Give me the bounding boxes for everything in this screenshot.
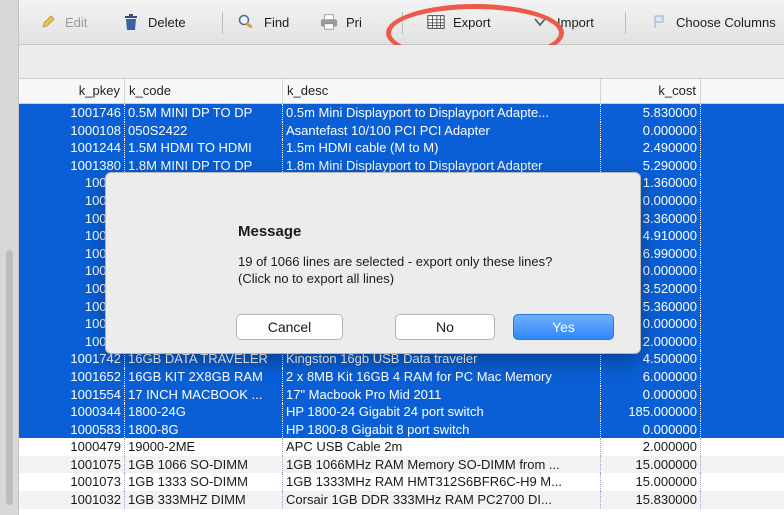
cell-desc: APC USB Cable 2m bbox=[283, 438, 601, 456]
delete-label: Delete bbox=[148, 14, 186, 30]
cell-desc: 1.5m HDMI cable (M to M) bbox=[283, 139, 601, 157]
cell-cost: 0.000000 bbox=[601, 420, 701, 439]
cell-desc: 0.5m Mini Displayport to Displayport Ada… bbox=[283, 104, 601, 122]
cell-cost: 0.000000 bbox=[601, 121, 701, 140]
cell-code: 0.5M MINI DP TO DP bbox=[125, 104, 283, 122]
choose-columns-button[interactable]: Choose Columns bbox=[650, 0, 776, 44]
edit-button[interactable]: Edit bbox=[39, 0, 87, 44]
dialog-message-line: 19 of 1066 lines are selected - export o… bbox=[238, 254, 553, 269]
table-row[interactable]: 1000583 1800-8G HP 1800-8 Gigabit 8 port s… bbox=[19, 420, 784, 439]
delete-button[interactable]: Delete bbox=[122, 0, 186, 44]
table-row[interactable]: 1001073 1GB 1333 SO-DIMM 1GB 1333MHz RAM H… bbox=[19, 473, 784, 492]
column-header-cost[interactable]: k_cost bbox=[601, 79, 701, 103]
cell-cost: 15.830000 bbox=[601, 491, 701, 509]
find-button[interactable]: Find bbox=[238, 0, 289, 44]
print-label: Pri bbox=[346, 14, 362, 30]
column-header-pkey[interactable]: k_pkey bbox=[19, 79, 125, 103]
export-icon bbox=[427, 13, 445, 31]
cell-code: 1GB 1066 SO-DIMM bbox=[125, 455, 283, 474]
cell-pkey: 1001554 bbox=[19, 385, 125, 404]
toolbar-divider bbox=[625, 12, 626, 34]
filter-bar bbox=[19, 45, 784, 79]
cell-desc: HP 1800-24 Gigabit 24 port switch bbox=[283, 403, 601, 421]
columns-icon bbox=[650, 13, 668, 31]
cell-desc: 2 x 8MB Kit 16GB 4 RAM for PC Mac Memory bbox=[283, 367, 601, 386]
cell-pkey: 1000583 bbox=[19, 420, 125, 439]
cell-cost: 2.000000 bbox=[601, 438, 701, 456]
cell-cost: 0.000000 bbox=[601, 385, 701, 404]
table-row[interactable]: 1001032 1GB 333MHZ DIMM Corsair 1GB DDR 33… bbox=[19, 491, 784, 509]
cell-cost: 5.830000 bbox=[601, 104, 701, 122]
edit-label: Edit bbox=[65, 14, 88, 30]
dialog-title: Message bbox=[238, 223, 302, 240]
import-icon bbox=[531, 13, 549, 31]
table-row[interactable]: 1001244 1.5M HDMI TO HDMI 1.5m HDMI cable … bbox=[19, 139, 784, 157]
cell-desc: 1GB 1066MHz RAM Memory SO-DIMM from ... bbox=[283, 455, 601, 474]
app-window: Edit Delete Find Pri Export Import Choos… bbox=[0, 0, 784, 515]
cell-cost: 2.490000 bbox=[601, 139, 701, 157]
find-icon bbox=[238, 13, 256, 31]
left-scrollbar[interactable] bbox=[6, 250, 13, 505]
cell-pkey: 1001244 bbox=[19, 139, 125, 157]
dialog-overlay: Message 19 of 1066 lines are selected - … bbox=[105, 172, 641, 354]
cell-code: 1800-8G bbox=[125, 420, 283, 439]
choose-columns-label: Choose Columns bbox=[676, 14, 776, 30]
cell-code: 1.5M HDMI TO HDMI bbox=[125, 139, 283, 157]
export-label: Export bbox=[453, 14, 491, 30]
export-button[interactable]: Export bbox=[427, 0, 491, 44]
yes-button[interactable]: Yes bbox=[513, 314, 614, 340]
cell-pkey: 1000108 bbox=[19, 121, 125, 140]
cell-desc: Corsair 1GB DDR 333MHz RAM PC2700 DI... bbox=[283, 491, 601, 509]
cell-pkey: 1001075 bbox=[19, 455, 125, 474]
table-row[interactable]: 1000108 050S2422 Asantefast 10/100 PCI PCI… bbox=[19, 121, 784, 140]
cell-pkey: 1001073 bbox=[19, 473, 125, 492]
toolbar-divider bbox=[402, 12, 403, 34]
cell-cost: 185.000000 bbox=[601, 403, 701, 421]
cell-pkey: 1000479 bbox=[19, 438, 125, 456]
cell-cost: 6.000000 bbox=[601, 367, 701, 386]
table-header: k_pkey k_code k_desc k_cost bbox=[19, 79, 784, 104]
table-row[interactable]: 1000344 1800-24G HP 1800-24 Gigabit 24 por… bbox=[19, 403, 784, 421]
import-label: Import bbox=[557, 14, 594, 30]
table-row[interactable]: 1001746 0.5M MINI DP TO DP 0.5m Mini Displ… bbox=[19, 104, 784, 122]
toolbar-divider bbox=[222, 12, 223, 34]
cell-code: 050S2422 bbox=[125, 121, 283, 140]
cell-pkey: 1001746 bbox=[19, 104, 125, 122]
cell-desc: Asantefast 10/100 PCI PCI Adapter bbox=[283, 121, 601, 140]
left-panel-edge bbox=[0, 0, 19, 515]
cell-pkey: 1001032 bbox=[19, 491, 125, 509]
cancel-button[interactable]: Cancel bbox=[236, 314, 343, 340]
cell-code: 1GB 333MHZ DIMM bbox=[125, 491, 283, 509]
column-header-code[interactable]: k_code bbox=[125, 79, 283, 103]
cell-pkey: 1000344 bbox=[19, 403, 125, 421]
cell-desc: HP 1800-8 Gigabit 8 port switch bbox=[283, 420, 601, 439]
message-dialog: Message 19 of 1066 lines are selected - … bbox=[105, 172, 641, 354]
no-button[interactable]: No bbox=[395, 314, 495, 340]
cell-code: 17 INCH MACBOOK ... bbox=[125, 385, 283, 404]
toolbar: Edit Delete Find Pri Export Import Choos… bbox=[19, 0, 784, 62]
cell-pkey: 1001652 bbox=[19, 367, 125, 386]
dialog-message-line: (Click no to export all lines) bbox=[238, 271, 395, 286]
cell-code: 1GB 1333 SO-DIMM bbox=[125, 473, 283, 492]
cell-cost: 15.000000 bbox=[601, 473, 701, 492]
import-button[interactable]: Import bbox=[531, 0, 594, 44]
print-button[interactable]: Pri bbox=[320, 0, 362, 44]
trash-icon bbox=[122, 13, 140, 31]
cell-code: 16GB KIT 2X8GB RAM bbox=[125, 367, 283, 386]
find-label: Find bbox=[264, 14, 290, 30]
cell-desc: 1GB 1333MHz RAM HMT312S6BFR6C-H9 M... bbox=[283, 473, 601, 492]
table-row[interactable]: 1001554 17 INCH MACBOOK ... 17" Macbook Pr… bbox=[19, 385, 784, 404]
cell-desc: 17" Macbook Pro Mid 2011 bbox=[283, 385, 601, 404]
cell-code: 1800-24G bbox=[125, 403, 283, 421]
cell-code: 19000-2ME bbox=[125, 438, 283, 456]
dialog-message: 19 of 1066 lines are selected - export o… bbox=[238, 253, 552, 287]
pencil-icon bbox=[39, 13, 57, 31]
table-row[interactable]: 1001652 16GB KIT 2X8GB RAM 2 x 8MB Kit 16G… bbox=[19, 367, 784, 386]
table-row[interactable]: 1000479 19000-2ME APC USB Cable 2m 2.000000 bbox=[19, 438, 784, 456]
printer-icon bbox=[320, 13, 338, 31]
cell-cost: 15.000000 bbox=[601, 455, 701, 474]
column-header-desc[interactable]: k_desc bbox=[283, 79, 601, 103]
table-row[interactable]: 1001075 1GB 1066 SO-DIMM 1GB 1066MHz RAM M… bbox=[19, 455, 784, 474]
